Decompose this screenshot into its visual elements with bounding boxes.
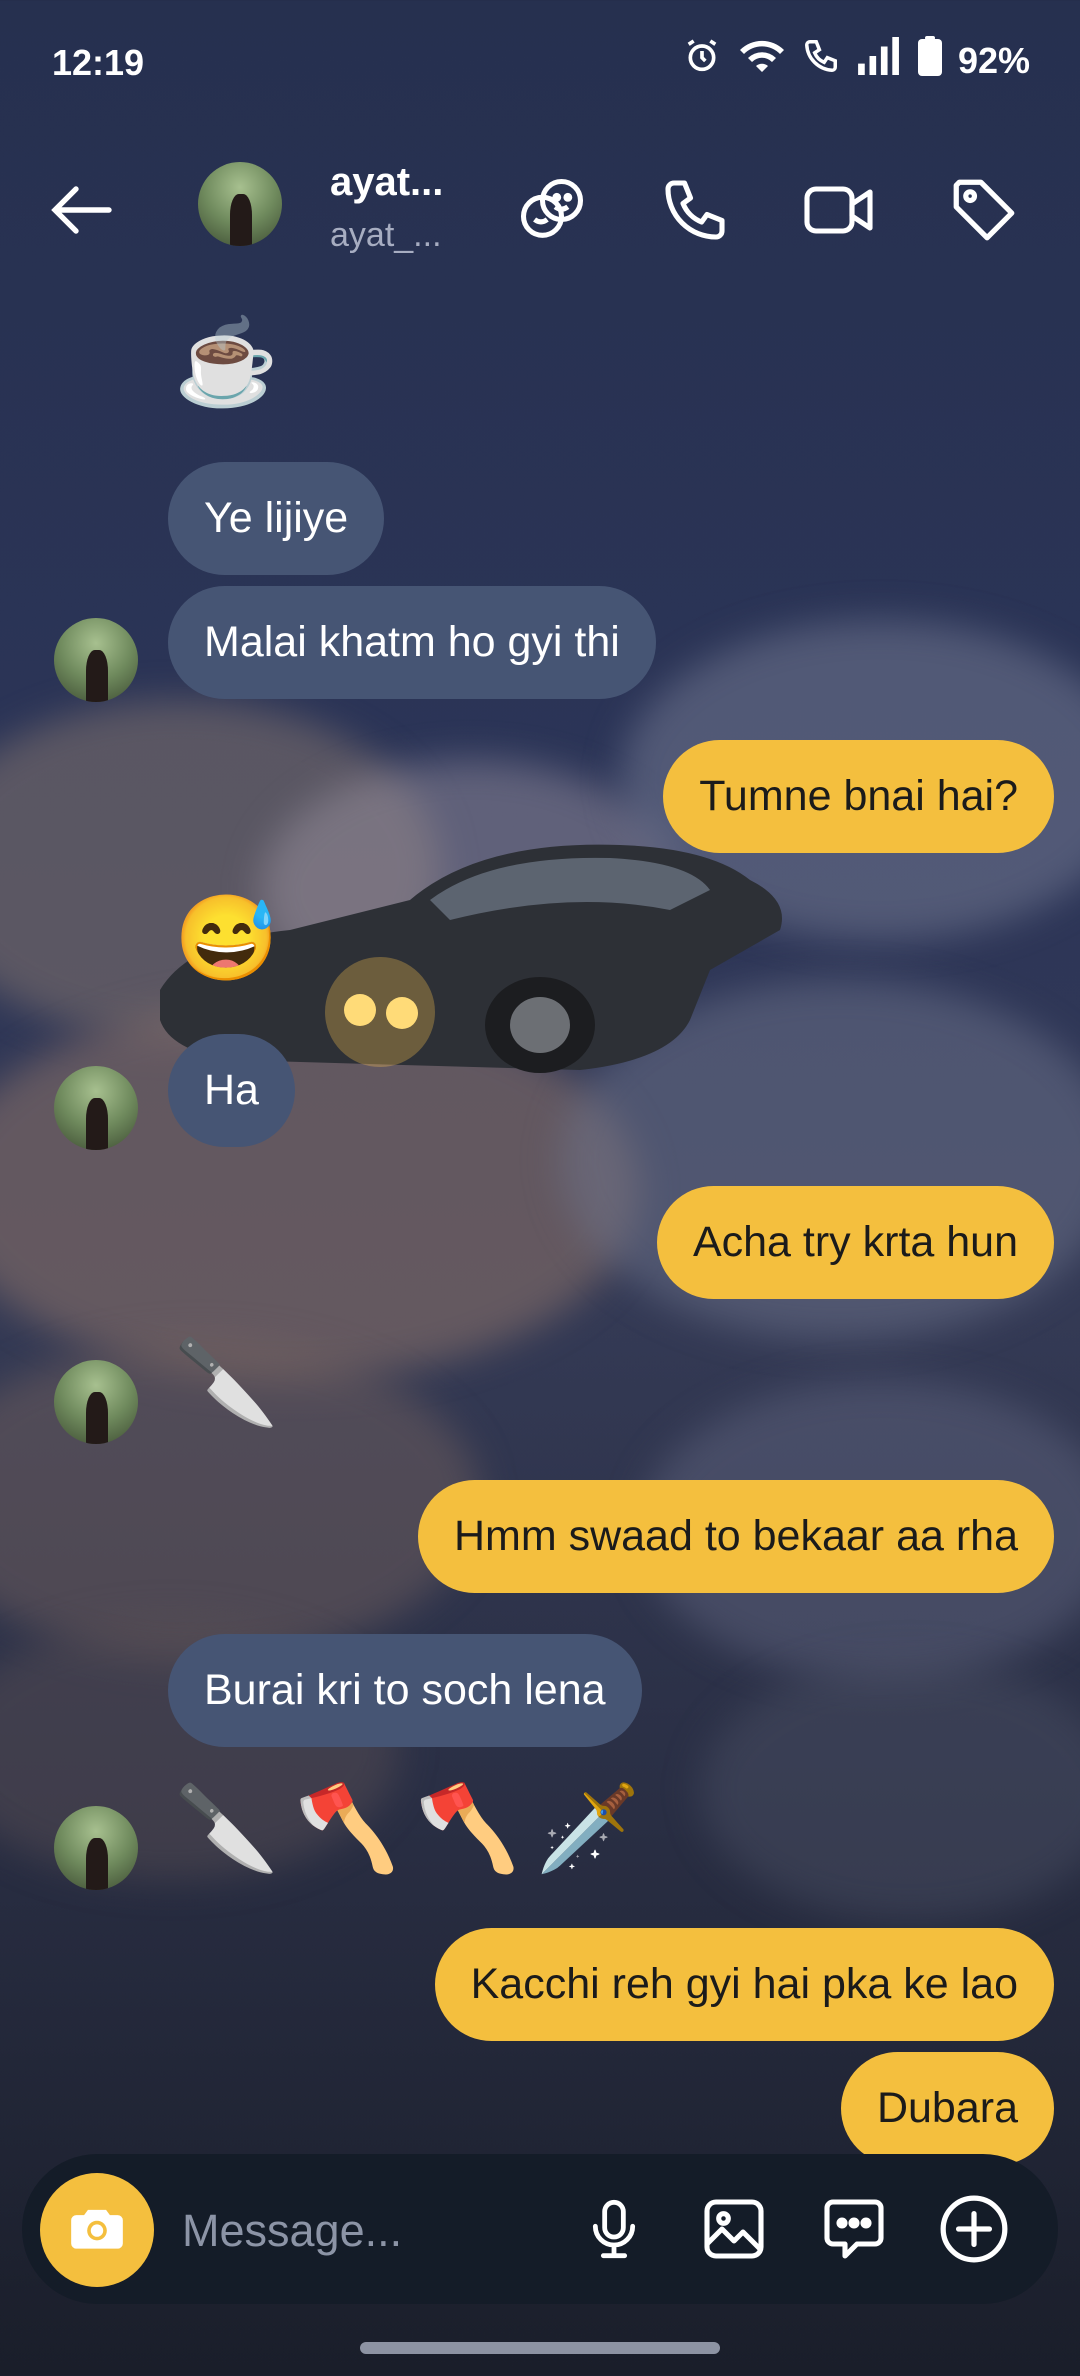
sender-avatar[interactable] <box>54 1066 138 1150</box>
video-camera-icon[interactable] <box>800 170 880 250</box>
outgoing-message[interactable]: Tumne bnai hai? <box>663 740 1054 853</box>
incoming-message[interactable]: Malai khatm ho gyi thi <box>168 586 656 699</box>
camera-icon <box>66 2197 128 2264</box>
chat-header: ayat... ayat_... <box>0 140 1080 270</box>
plus-circle-icon[interactable] <box>932 2187 1016 2271</box>
chat-bubble-icon[interactable] <box>812 2187 896 2271</box>
message-input[interactable] <box>180 2202 564 2260</box>
alarm-icon <box>682 36 722 85</box>
battery-icon <box>917 36 942 85</box>
wifi-call-icon <box>802 37 840 84</box>
coffee-emoji-message[interactable]: ☕ <box>174 320 279 404</box>
knife-emoji-message[interactable]: 🔪 <box>174 1340 279 1424</box>
sweat-smile-emoji-message[interactable]: 😅 <box>174 896 279 980</box>
battery-percent: 92% <box>957 39 1030 81</box>
tag-icon[interactable] <box>944 170 1024 250</box>
incoming-message[interactable]: Ye lijiye <box>168 462 385 575</box>
incoming-message[interactable]: Ha <box>168 1034 295 1147</box>
incoming-message[interactable]: Burai kri to soch lena <box>168 1634 642 1747</box>
message-composer <box>22 2154 1058 2304</box>
wifi-icon <box>738 36 786 85</box>
contact-handle[interactable]: ayat_... <box>330 216 442 255</box>
contact-avatar[interactable] <box>198 162 282 246</box>
camera-button[interactable] <box>40 2173 154 2287</box>
weapons-emoji-message[interactable]: 🔪🪓🪓🗡️ <box>174 1786 656 1870</box>
home-indicator[interactable] <box>360 2342 720 2354</box>
image-icon[interactable] <box>692 2187 776 2271</box>
outgoing-message[interactable]: Acha try krta hun <box>656 1186 1054 1299</box>
status-time: 12:19 <box>52 42 145 83</box>
outgoing-message[interactable]: Dubara <box>840 2052 1054 2165</box>
outgoing-message[interactable]: Hmm swaad to bekaar aa rha <box>417 1480 1054 1593</box>
sender-avatar[interactable] <box>54 618 138 702</box>
phone-icon[interactable] <box>655 170 735 250</box>
sender-avatar[interactable] <box>54 1360 138 1444</box>
arrow-left-icon[interactable] <box>42 170 122 250</box>
sender-avatar[interactable] <box>54 1806 138 1890</box>
sticker-faces-icon[interactable] <box>512 170 592 250</box>
contact-name[interactable]: ayat... <box>330 160 443 205</box>
microphone-icon[interactable] <box>572 2187 656 2271</box>
signal-icon <box>856 37 902 84</box>
status-bar: 12:19 92% <box>0 0 1080 120</box>
outgoing-message[interactable]: Kacchi reh gyi hai pka ke lao <box>434 1928 1054 2041</box>
